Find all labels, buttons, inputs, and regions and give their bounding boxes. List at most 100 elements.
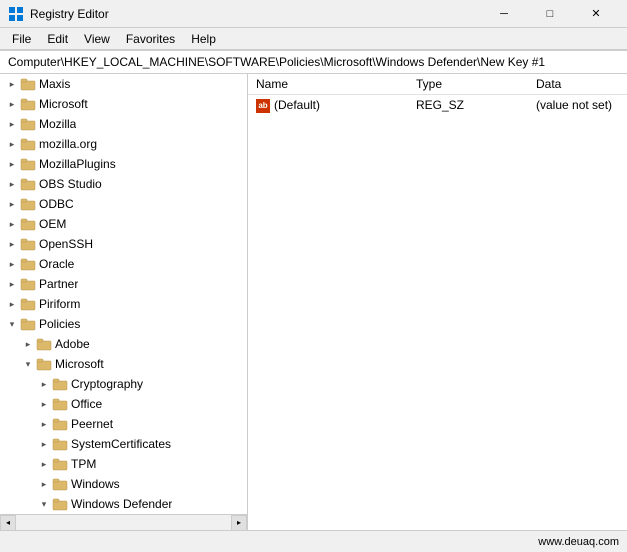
close-button[interactable]: ✕ xyxy=(573,0,619,28)
tree-label-partner: Partner xyxy=(39,277,78,291)
tree-label-systemcertificates: SystemCertificates xyxy=(71,437,171,451)
tree-label-peernet: Peernet xyxy=(71,417,113,431)
expander-oem[interactable] xyxy=(4,216,20,232)
expander-windows[interactable] xyxy=(36,476,52,492)
expander-peernet[interactable] xyxy=(36,416,52,432)
tree-item-peernet[interactable]: Peernet xyxy=(0,414,247,434)
expander-systemcertificates[interactable] xyxy=(36,436,52,452)
expander-cryptography[interactable] xyxy=(36,376,52,392)
folder-icon-mozilla xyxy=(20,116,36,132)
folder-icon-policies xyxy=(20,316,36,332)
tree-item-oracle[interactable]: Oracle xyxy=(0,254,247,274)
folder-icon-tpm xyxy=(52,456,68,472)
folder-icon-systemcertificates xyxy=(52,436,68,452)
maximize-button[interactable]: □ xyxy=(527,0,573,28)
tree-item-systemcertificates[interactable]: SystemCertificates xyxy=(0,434,247,454)
main-content: Maxis Microsoft Mozilla mozilla.org Mozi… xyxy=(0,74,627,530)
tree-item-microsoft-policies[interactable]: Microsoft xyxy=(0,354,247,374)
expander-oracle[interactable] xyxy=(4,256,20,272)
tree-label-odbc: ODBC xyxy=(39,197,74,211)
title-bar: Registry Editor ─ □ ✕ xyxy=(0,0,627,28)
tree-label-office: Office xyxy=(71,397,102,411)
tree-item-office[interactable]: Office xyxy=(0,394,247,414)
tree-label-mozillaplugins: MozillaPlugins xyxy=(39,157,116,171)
menu-item-edit[interactable]: Edit xyxy=(39,30,76,48)
scroll-right-btn[interactable]: ▸ xyxy=(231,515,247,531)
expander-policies[interactable] xyxy=(4,316,20,332)
folder-icon-windows-defender xyxy=(52,496,68,512)
folder-icon-mozilla-org xyxy=(20,136,36,152)
tree-label-mozilla: Mozilla xyxy=(39,117,76,131)
folder-icon-microsoft-policies xyxy=(36,356,52,372)
reg-value-icon: ab xyxy=(256,99,270,113)
tree-label-mozilla-org: mozilla.org xyxy=(39,137,97,151)
tree-label-obs-studio: OBS Studio xyxy=(39,177,102,191)
tree-item-openssh[interactable]: OpenSSH xyxy=(0,234,247,254)
folder-icon-adobe xyxy=(36,336,52,352)
cell-name: ab(Default) xyxy=(248,95,408,116)
menu-item-file[interactable]: File xyxy=(4,30,39,48)
tree-item-mozilla-org[interactable]: mozilla.org xyxy=(0,134,247,154)
menu-item-help[interactable]: Help xyxy=(183,30,224,48)
tree-item-odbc[interactable]: ODBC xyxy=(0,194,247,214)
tree-label-openssh: OpenSSH xyxy=(39,237,93,251)
tree-item-microsoft-top[interactable]: Microsoft xyxy=(0,94,247,114)
tree-panel: Maxis Microsoft Mozilla mozilla.org Mozi… xyxy=(0,74,248,530)
folder-icon-mozillaplugins xyxy=(20,156,36,172)
minimize-button[interactable]: ─ xyxy=(481,0,527,28)
folder-icon-odbc xyxy=(20,196,36,212)
expander-odbc[interactable] xyxy=(4,196,20,212)
tree-item-maxis[interactable]: Maxis xyxy=(0,74,247,94)
expander-mozilla-org[interactable] xyxy=(4,136,20,152)
cell-data: (value not set) xyxy=(528,95,627,116)
tree-item-cryptography[interactable]: Cryptography xyxy=(0,374,247,394)
tree-item-mozillaplugins[interactable]: MozillaPlugins xyxy=(0,154,247,174)
expander-adobe[interactable] xyxy=(20,336,36,352)
folder-icon-oracle xyxy=(20,256,36,272)
tree-label-adobe: Adobe xyxy=(55,337,90,351)
folder-icon-peernet xyxy=(52,416,68,432)
status-right: www.deuaq.com xyxy=(538,536,619,548)
expander-tpm[interactable] xyxy=(36,456,52,472)
tree-label-piriform: Piriform xyxy=(39,297,80,311)
expander-microsoft-top[interactable] xyxy=(4,96,20,112)
expander-microsoft-policies[interactable] xyxy=(20,356,36,372)
menu-item-favorites[interactable]: Favorites xyxy=(118,30,183,48)
tree-item-mozilla[interactable]: Mozilla xyxy=(0,114,247,134)
tree-item-oem[interactable]: OEM xyxy=(0,214,247,234)
tree-label-microsoft-policies: Microsoft xyxy=(55,357,104,371)
tree-item-policies[interactable]: Policies xyxy=(0,314,247,334)
col-name: Name xyxy=(248,74,408,95)
expander-openssh[interactable] xyxy=(4,236,20,252)
tree-item-obs-studio[interactable]: OBS Studio xyxy=(0,174,247,194)
scroll-track xyxy=(16,515,231,531)
folder-icon-openssh xyxy=(20,236,36,252)
table-row[interactable]: ab(Default)REG_SZ(value not set) xyxy=(248,95,627,116)
folder-icon-obs-studio xyxy=(20,176,36,192)
expander-obs-studio[interactable] xyxy=(4,176,20,192)
tree-item-windows-defender[interactable]: Windows Defender xyxy=(0,494,247,514)
tree-item-adobe[interactable]: Adobe xyxy=(0,334,247,354)
detail-body: ab(Default)REG_SZ(value not set) xyxy=(248,95,627,116)
expander-mozilla[interactable] xyxy=(4,116,20,132)
tree-scroll[interactable]: Maxis Microsoft Mozilla mozilla.org Mozi… xyxy=(0,74,247,514)
tree-item-partner[interactable]: Partner xyxy=(0,274,247,294)
window-title: Registry Editor xyxy=(30,7,481,21)
tree-item-windows[interactable]: Windows xyxy=(0,474,247,494)
cell-type: REG_SZ xyxy=(408,95,528,116)
scroll-left-btn[interactable]: ◂ xyxy=(0,515,16,531)
tree-item-tpm[interactable]: TPM xyxy=(0,454,247,474)
detail-table: Name Type Data ab(Default)REG_SZ(value n… xyxy=(248,74,627,116)
expander-mozillaplugins[interactable] xyxy=(4,156,20,172)
expander-windows-defender[interactable] xyxy=(36,496,52,512)
tree-label-maxis: Maxis xyxy=(39,77,70,91)
expander-piriform[interactable] xyxy=(4,296,20,312)
menu-item-view[interactable]: View xyxy=(76,30,118,48)
tree-item-piriform[interactable]: Piriform xyxy=(0,294,247,314)
detail-scroll[interactable]: Name Type Data ab(Default)REG_SZ(value n… xyxy=(248,74,627,530)
expander-partner[interactable] xyxy=(4,276,20,292)
expander-maxis[interactable] xyxy=(4,76,20,92)
folder-icon-oem xyxy=(20,216,36,232)
folder-icon-microsoft-top xyxy=(20,96,36,112)
expander-office[interactable] xyxy=(36,396,52,412)
